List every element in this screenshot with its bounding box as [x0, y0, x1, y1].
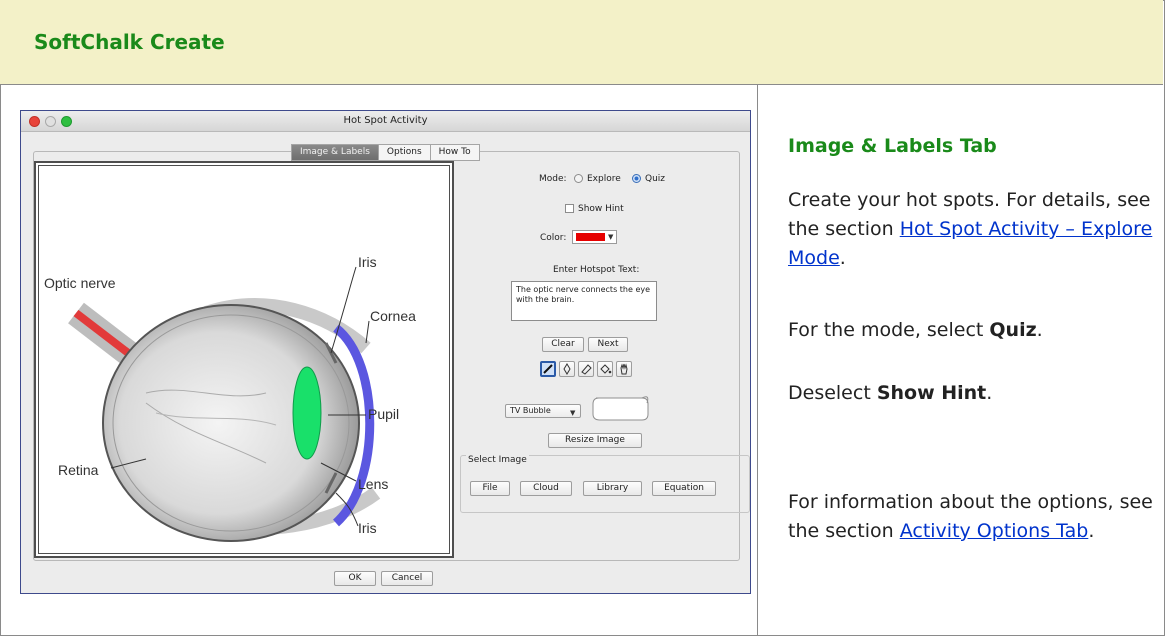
- column-divider: [757, 85, 758, 636]
- bubble-preview-icon: [592, 396, 649, 421]
- hotspot-text-input[interactable]: The optic nerve connects the eye with th…: [511, 281, 657, 321]
- mode-explore-label: Explore: [587, 174, 621, 184]
- label-lens: Lens: [358, 476, 388, 492]
- mode-quiz-label: Quiz: [645, 174, 666, 184]
- ok-button[interactable]: OK: [334, 571, 376, 586]
- paragraph-end: .: [839, 247, 846, 269]
- library-button[interactable]: Library: [583, 481, 642, 496]
- show-hint-checkbox[interactable]: [565, 204, 574, 213]
- color-swatch: [576, 233, 605, 241]
- file-button[interactable]: File: [470, 481, 510, 496]
- hotspot-text-label: Enter Hotspot Text:: [553, 265, 640, 275]
- equation-button[interactable]: Equation: [652, 481, 716, 496]
- color-picker[interactable]: ▼: [572, 230, 617, 244]
- show-hint-label: Show Hint: [578, 204, 624, 214]
- resize-image-button[interactable]: Resize Image: [548, 433, 642, 448]
- chevron-down-icon: ▼: [570, 409, 576, 417]
- image-canvas[interactable]: Optic nerve Iris Cornea Pupil Lens Retin…: [34, 161, 454, 558]
- section-heading: Image & Labels Tab: [788, 135, 997, 157]
- hand-icon: [620, 363, 628, 375]
- hand-tool-button[interactable]: [616, 361, 632, 377]
- cloud-button[interactable]: Cloud: [520, 481, 572, 496]
- pen-icon: [543, 364, 553, 374]
- page-header: SoftChalk Create: [0, 0, 1163, 85]
- tab-how-to[interactable]: How To: [429, 144, 480, 161]
- tab-image-labels[interactable]: Image & Labels: [291, 144, 378, 161]
- label-iris-top: Iris: [358, 254, 377, 270]
- label-cornea: Cornea: [370, 308, 416, 324]
- hot-spot-dialog: Hot Spot Activity Image & Labels Options…: [20, 110, 751, 594]
- lens-hotspot: [292, 366, 322, 460]
- paragraph-end: .: [1036, 319, 1043, 341]
- cancel-button[interactable]: Cancel: [381, 571, 433, 586]
- paragraph-options: For information about the options, see t…: [788, 488, 1158, 546]
- paragraph-end: .: [1088, 520, 1095, 542]
- hotspot-controls: Mode: Explore Quiz Show Hint Color: ▼ En…: [460, 163, 750, 553]
- tab-bar: Image & Labels Options How To: [291, 144, 480, 161]
- bubble-style-select[interactable]: TV Bubble ▼: [505, 404, 581, 418]
- dialog-titlebar: Hot Spot Activity: [21, 111, 750, 132]
- label-retina: Retina: [58, 462, 99, 478]
- clear-button[interactable]: Clear: [542, 337, 584, 352]
- pencil-tool-button[interactable]: [559, 361, 575, 377]
- mode-label: Mode:: [539, 174, 567, 184]
- color-label: Color:: [540, 233, 567, 243]
- mode-explore-radio[interactable]: [574, 174, 583, 183]
- paragraph-mode: For the mode, select Quiz.: [788, 316, 1158, 345]
- paragraph-text: For the mode, select: [788, 319, 990, 341]
- fill-icon: [600, 364, 612, 374]
- bold-quiz: Quiz: [989, 319, 1037, 341]
- next-button[interactable]: Next: [588, 337, 628, 352]
- eraser-icon: [581, 364, 592, 375]
- paragraph-end: .: [986, 382, 993, 404]
- bubble-style-value: TV Bubble: [510, 406, 551, 415]
- bold-show-hint: Show Hint: [876, 382, 987, 404]
- paragraph-text: Deselect: [788, 382, 877, 404]
- select-image-label: Select Image: [466, 455, 529, 465]
- label-iris-bottom: Iris: [358, 520, 377, 536]
- chevron-down-icon: ▼: [608, 233, 614, 241]
- paragraph-hot-spots: Create your hot spots. For details, see …: [788, 186, 1158, 273]
- paragraph-hint: Deselect Show Hint.: [788, 379, 1158, 408]
- dialog-title: Hot Spot Activity: [343, 115, 428, 126]
- pencil-icon: [563, 363, 571, 375]
- link-activity-options-tab[interactable]: Activity Options Tab: [900, 520, 1089, 542]
- eye-diagram: Optic nerve Iris Cornea Pupil Lens Retin…: [44, 254, 416, 542]
- fill-tool-button[interactable]: [597, 361, 613, 377]
- label-pupil: Pupil: [368, 406, 399, 422]
- label-optic-nerve: Optic nerve: [44, 275, 116, 291]
- tab-options[interactable]: Options: [377, 144, 430, 161]
- page-title: SoftChalk Create: [34, 30, 225, 54]
- mode-quiz-radio[interactable]: [632, 174, 641, 183]
- eraser-tool-button[interactable]: [578, 361, 594, 377]
- pen-tool-button[interactable]: [540, 361, 556, 377]
